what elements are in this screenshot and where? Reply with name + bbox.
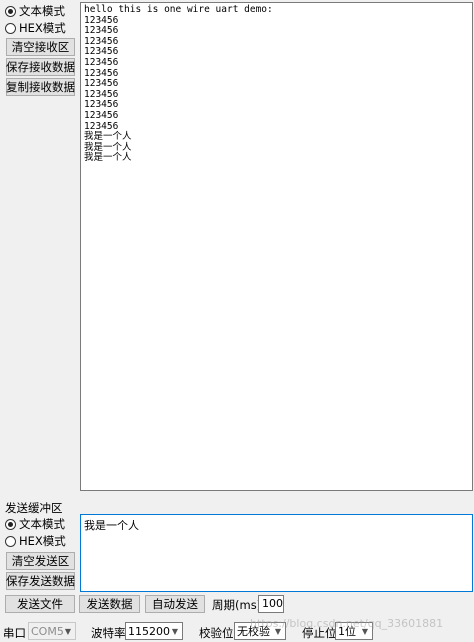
period-input[interactable]: 100 [258,595,284,613]
baud-label: 波特率 [91,626,126,640]
send-data-button[interactable]: 发送数据 [79,595,140,613]
radio-selected-icon [5,518,16,530]
chevron-down-icon: ▼ [64,626,72,636]
port-select[interactable]: COM5 ▼ [28,622,76,640]
baud-select[interactable]: 115200 ▼ [125,622,183,640]
period-label: 周期(ms) [212,598,262,612]
stop-bits-value: 1位 [338,625,356,638]
radio-unselected-icon [5,535,16,547]
radio-unselected-icon [5,22,16,34]
recv-mode-text-radio[interactable]: 文本模式 [5,3,65,19]
auto-send-button[interactable]: 自动发送 [145,595,205,613]
recv-mode-hex-radio[interactable]: HEX模式 [5,20,66,36]
baud-value: 115200 [128,624,170,638]
port-label: 串口 [3,626,26,640]
parity-label: 校验位 [199,626,234,640]
clear-send-button[interactable]: 清空发送区 [6,552,75,570]
receive-textarea[interactable]: hello this is one wire uart demo: 123456… [80,2,473,491]
send-mode-hex-label: HEX模式 [19,534,66,548]
send-textarea[interactable]: 我是一个人 [80,514,473,592]
send-mode-text-label: 文本模式 [19,517,65,531]
stop-bits-select[interactable]: 1位 ▼ [335,622,373,640]
port-value: COM5 [31,624,64,638]
clear-receive-button[interactable]: 清空接收区 [6,38,75,56]
chevron-down-icon: ▼ [171,626,179,636]
save-receive-button[interactable]: 保存接收数据 [6,58,75,76]
parity-value: 无校验 [237,625,270,638]
parity-select[interactable]: 无校验 ▼ [234,622,286,640]
send-mode-hex-radio[interactable]: HEX模式 [5,533,66,549]
save-send-button[interactable]: 保存发送数据 [6,572,75,590]
send-buffer-label: 发送缓冲区 [5,501,63,515]
chevron-down-icon: ▼ [274,626,282,636]
send-file-button[interactable]: 发送文件 [5,595,75,613]
send-mode-text-radio[interactable]: 文本模式 [5,516,65,532]
recv-mode-text-label: 文本模式 [19,4,65,18]
chevron-down-icon: ▼ [361,626,369,636]
copy-receive-button[interactable]: 复制接收数据 [6,78,75,96]
recv-mode-hex-label: HEX模式 [19,21,66,35]
stop-bits-label: 停止位 [302,626,337,640]
radio-selected-icon [5,5,16,17]
